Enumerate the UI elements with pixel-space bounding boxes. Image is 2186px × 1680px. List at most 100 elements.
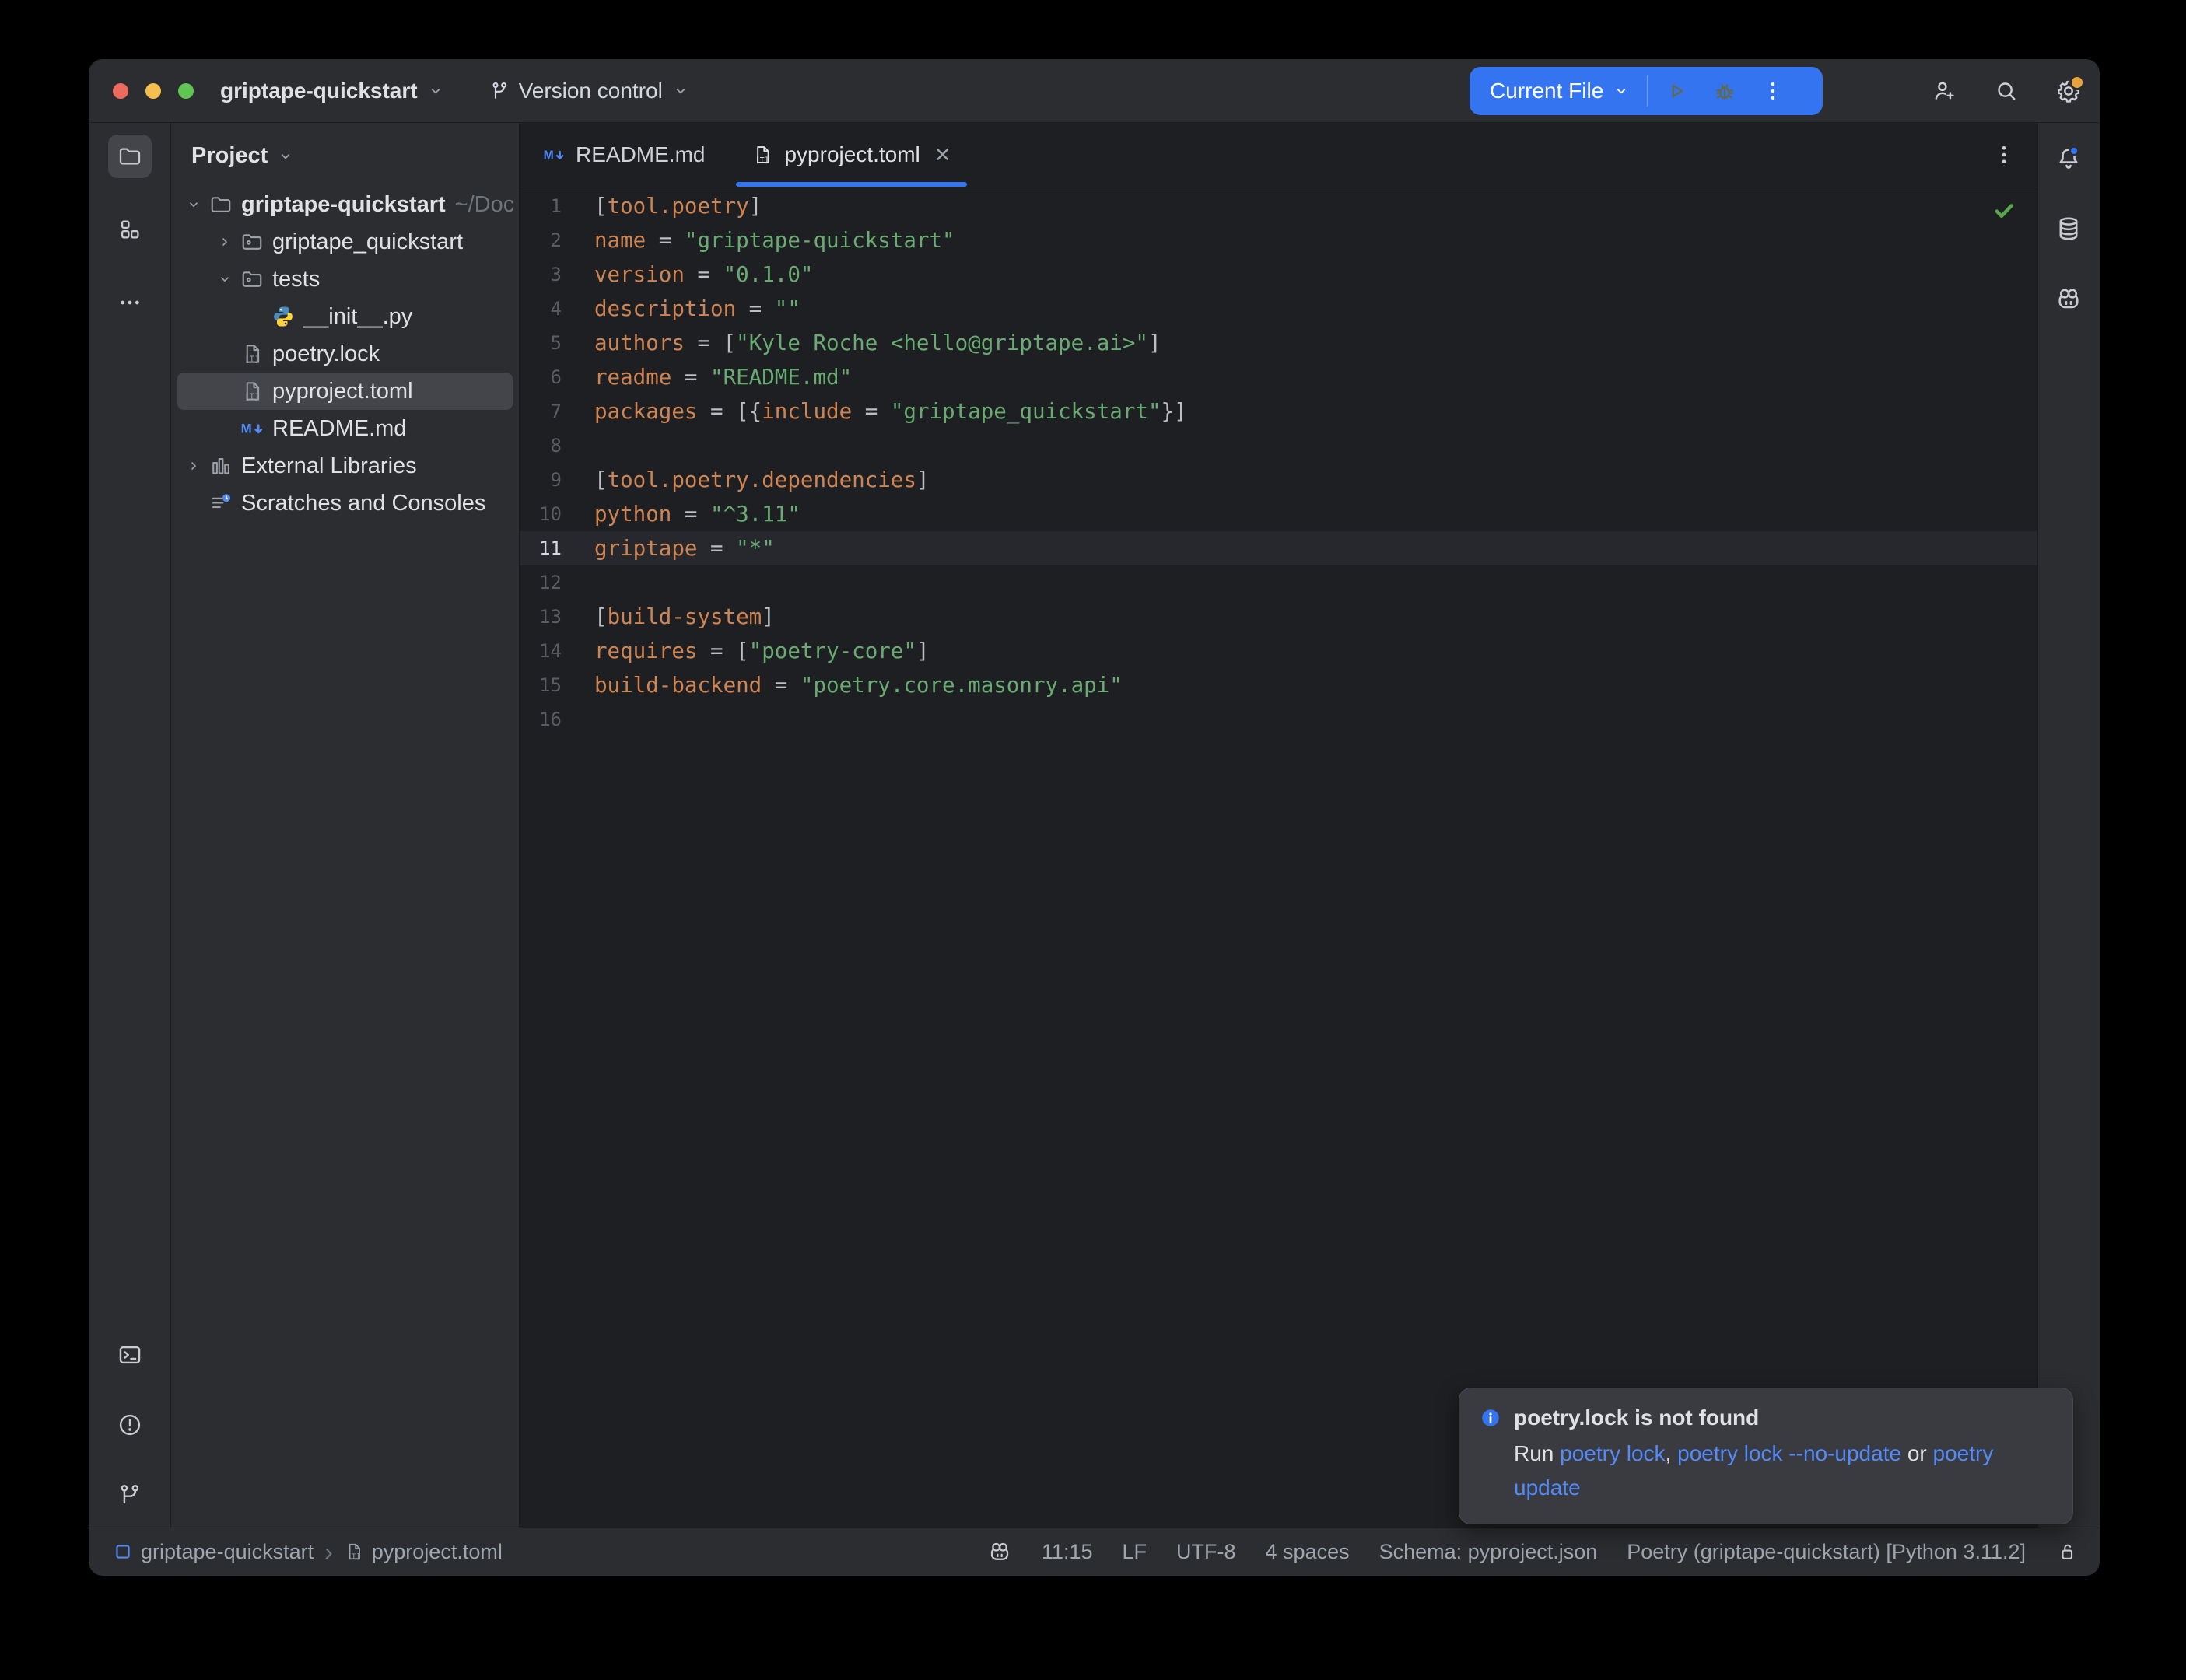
tree-item-label: __init__.py xyxy=(303,304,412,330)
chevron-right-icon xyxy=(215,233,234,251)
chevron-right-icon[interactable] xyxy=(179,457,208,475)
project-selector[interactable]: griptape-quickstart xyxy=(211,72,455,110)
status-item-11-15[interactable]: 11:15 xyxy=(1042,1540,1093,1564)
code-line-2[interactable]: 2name = "griptape-quickstart" xyxy=(520,223,2037,257)
add-user-button[interactable] xyxy=(1931,78,1957,104)
status-item-schema-pyproject-json[interactable]: Schema: pyproject.json xyxy=(1379,1540,1598,1564)
svg-text:[T]: [T] xyxy=(755,156,769,165)
tree-item-external-libraries[interactable]: External Libraries xyxy=(177,447,513,485)
inspections-ok-icon[interactable] xyxy=(1991,197,2017,223)
tool-problems-button[interactable] xyxy=(113,1408,147,1442)
toml-icon: [T] xyxy=(240,342,264,366)
status-item-4-spaces[interactable]: 4 spaces xyxy=(1266,1540,1350,1564)
svg-text:[T]: [T] xyxy=(244,355,259,365)
breadcrumb: griptape-quickstart›[T]pyproject.toml xyxy=(113,1539,503,1564)
settings-button[interactable] xyxy=(2055,78,2082,104)
close-tab-icon[interactable]: ✕ xyxy=(934,143,951,167)
chevron-down-icon[interactable] xyxy=(179,195,208,214)
code-text: [tool.poetry.dependencies] xyxy=(580,463,929,497)
tool-version-control-button[interactable] xyxy=(113,1478,147,1512)
notification-link-poetry-lock[interactable]: poetry lock xyxy=(1560,1441,1665,1465)
tree-item-init-py[interactable]: __init__.py xyxy=(177,298,513,335)
info-icon xyxy=(1480,1407,1501,1429)
divider xyxy=(1647,75,1648,107)
chevron-right-icon[interactable] xyxy=(210,233,240,251)
run-button[interactable] xyxy=(1652,78,1701,104)
tool-database-button[interactable] xyxy=(2051,212,2086,246)
unlock-icon[interactable] xyxy=(2055,1540,2079,1563)
tool-more-button[interactable] xyxy=(108,281,152,324)
tree-item-poetry-lock[interactable]: [T]poetry.lock xyxy=(177,335,513,373)
tree-item-griptape-quickstart[interactable]: griptape_quickstart xyxy=(177,223,513,261)
breadcrumb-label: griptape-quickstart xyxy=(141,1540,314,1564)
structure-icon xyxy=(117,217,142,242)
code-line-8[interactable]: 8 xyxy=(520,429,2037,463)
code-line-10[interactable]: 10python = "^3.11" xyxy=(520,497,2037,531)
status-item-lf[interactable]: LF xyxy=(1123,1540,1147,1564)
tab-pyproject-toml[interactable]: [T]pyproject.toml✕ xyxy=(728,123,974,187)
run-configuration-selector[interactable]: Current File xyxy=(1470,79,1642,103)
code-line-15[interactable]: 15build-backend = "poetry.core.masonry.a… xyxy=(520,668,2037,702)
breadcrumb-griptape-quickstart[interactable]: griptape-quickstart xyxy=(113,1540,314,1564)
code-line-14[interactable]: 14requires = ["poetry-core"] xyxy=(520,634,2037,668)
tool-folder-button[interactable] xyxy=(108,135,152,178)
window-controls xyxy=(89,83,194,99)
ai-assistant-icon[interactable] xyxy=(987,1539,1012,1564)
breadcrumb-pyproject-toml[interactable]: [T] pyproject.toml xyxy=(344,1540,503,1564)
code-line-6[interactable]: 6readme = "README.md" xyxy=(520,360,2037,394)
tree-item-label: Scratches and Consoles xyxy=(241,491,485,516)
folder-icon xyxy=(209,193,233,216)
zoom-window-button[interactable] xyxy=(178,83,194,99)
tool-ai-assistant-button[interactable] xyxy=(2051,282,2086,316)
code-line-7[interactable]: 7packages = [{include = "griptape_quicks… xyxy=(520,394,2037,429)
tree-item-readme-md[interactable]: MREADME.md xyxy=(177,410,513,447)
run-more-button[interactable] xyxy=(1749,79,1797,103)
chevron-down-icon xyxy=(426,81,446,101)
code-line-3[interactable]: 3version = "0.1.0" xyxy=(520,257,2037,292)
chevron-down-icon xyxy=(671,81,691,101)
close-window-button[interactable] xyxy=(113,83,128,99)
toml-icon: [T] xyxy=(344,1542,364,1562)
status-item-utf-8[interactable]: UTF-8 xyxy=(1176,1540,1236,1564)
code-line-9[interactable]: 9[tool.poetry.dependencies] xyxy=(520,463,2037,497)
code-line-11[interactable]: 11griptape = "*" xyxy=(520,531,2037,565)
code-editor[interactable]: 1[tool.poetry]2name = "griptape-quicksta… xyxy=(520,187,2037,1528)
minimize-window-button[interactable] xyxy=(145,83,161,99)
code-line-13[interactable]: 13[build-system] xyxy=(520,600,2037,634)
line-number: 15 xyxy=(520,668,580,702)
line-number: 5 xyxy=(520,326,580,360)
tool-structure-button[interactable] xyxy=(108,208,152,251)
chevron-down-icon[interactable] xyxy=(210,270,240,289)
notification-toast[interactable]: poetry.lock is not found Run poetry lock… xyxy=(1459,1388,2073,1524)
tree-item-scratches-and-consoles[interactable]: Scratches and Consoles xyxy=(177,485,513,522)
breadcrumb-label: pyproject.toml xyxy=(372,1540,503,1564)
line-number: 8 xyxy=(520,429,580,463)
python-icon xyxy=(271,305,295,328)
code-line-5[interactable]: 5authors = ["Kyle Roche <hello@griptape.… xyxy=(520,326,2037,360)
svg-text:[T]: [T] xyxy=(347,1553,359,1561)
tool-notifications-button[interactable] xyxy=(2051,142,2086,176)
project-panel-header[interactable]: Project xyxy=(191,143,519,169)
chevron-down-icon xyxy=(184,195,203,214)
tool-terminal-button[interactable] xyxy=(113,1338,147,1372)
tree-item-tests[interactable]: tests xyxy=(177,261,513,298)
tab-readme-md[interactable]: MREADME.md xyxy=(520,123,728,187)
left-tool-strip xyxy=(89,123,171,1528)
vcs-selector[interactable]: Version control xyxy=(478,72,700,110)
status-item-poetry-griptape-quickstart-pyt[interactable]: Poetry (griptape-quickstart) [Python 3.1… xyxy=(1627,1540,2026,1564)
code-line-1[interactable]: 1[tool.poetry] xyxy=(520,189,2037,223)
code-line-16[interactable]: 16 xyxy=(520,702,2037,737)
tree-item-pyproject-toml[interactable]: [T]pyproject.toml xyxy=(177,373,513,410)
folder-src-icon xyxy=(240,268,264,291)
code-line-12[interactable]: 12 xyxy=(520,565,2037,600)
version-control-icon xyxy=(117,1482,143,1508)
tree-item-griptape-quickstart[interactable]: griptape-quickstart~/Docume xyxy=(177,186,513,223)
search-button[interactable] xyxy=(1993,78,2020,104)
notification-link-poetry-lock-no-update[interactable]: poetry lock --no-update xyxy=(1677,1441,1901,1465)
code-line-4[interactable]: 4description = "" xyxy=(520,292,2037,326)
folder-icon xyxy=(117,144,142,169)
tree-item-label: griptape-quickstart xyxy=(241,192,446,218)
code-text: description = "" xyxy=(580,292,800,326)
tab-options-kebab-icon[interactable] xyxy=(1992,143,2016,166)
debug-button[interactable] xyxy=(1701,78,1749,104)
